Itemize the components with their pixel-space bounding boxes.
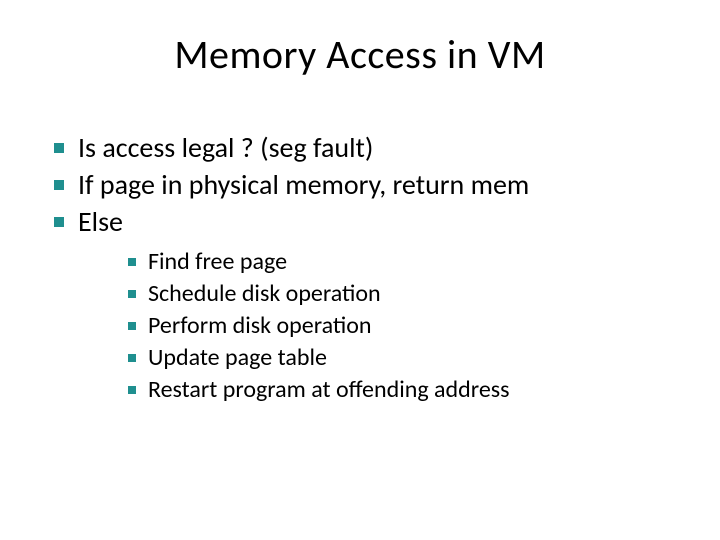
list-item: If page in physical memory, return mem — [50, 167, 670, 202]
list-item: Restart program at offending address — [126, 375, 670, 405]
slide-title: Memory Access in VM — [0, 30, 720, 79]
sub-bullet-list: Find free page Schedule disk operation P… — [78, 247, 670, 405]
slide-body: Is access legal ? (seg fault) If page in… — [50, 130, 670, 407]
list-item: Perform disk operation — [126, 311, 670, 341]
list-item: Is access legal ? (seg fault) — [50, 130, 670, 165]
bullet-list: Is access legal ? (seg fault) If page in… — [50, 130, 670, 405]
list-item-label: Else — [78, 204, 123, 239]
slide: Memory Access in VM Is access legal ? (s… — [0, 0, 720, 540]
list-item: Else Find free page Schedule disk operat… — [50, 204, 670, 405]
list-item: Update page table — [126, 343, 670, 373]
list-item: Find free page — [126, 247, 670, 277]
list-item: Schedule disk operation — [126, 279, 670, 309]
